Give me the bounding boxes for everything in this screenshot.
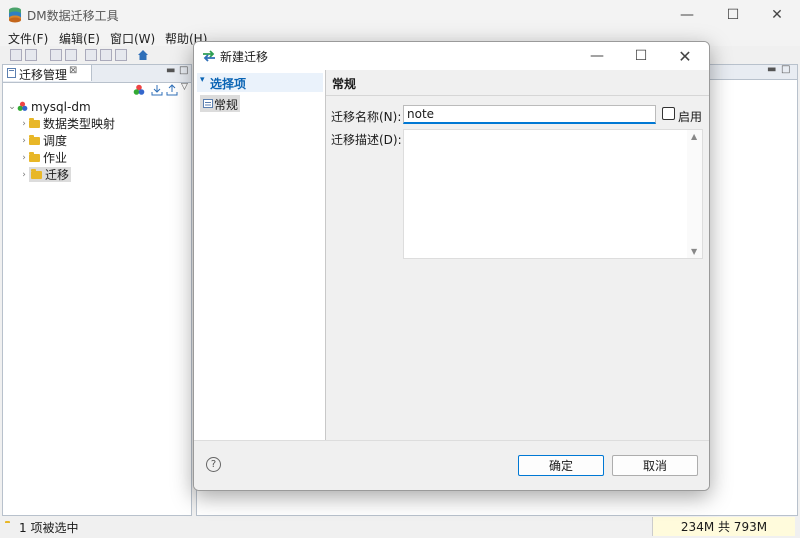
folder-icon bbox=[31, 168, 42, 179]
chevron-down-icon[interactable]: ⌄ bbox=[7, 102, 17, 112]
tree-root-label: mysql-dm bbox=[31, 99, 91, 114]
dialog-footer: ? 确定 取消 bbox=[194, 440, 709, 490]
maximize-icon[interactable]: ☐ bbox=[710, 0, 756, 30]
tab-close-icon[interactable]: ⊠ bbox=[69, 65, 77, 76]
connection-icon bbox=[17, 101, 28, 111]
view-icon bbox=[7, 68, 16, 78]
folder-icon bbox=[29, 151, 40, 162]
migration-name-value: note bbox=[407, 107, 435, 121]
dialog-content: 常规 迁移名称(N): note 启用 迁移描述(D): ▲ ▼ bbox=[326, 70, 709, 440]
tree-item-schedule[interactable]: › 调度 bbox=[19, 132, 67, 149]
menu-edit[interactable]: 编辑(E) bbox=[59, 30, 100, 47]
scroll-down-icon[interactable]: ▼ bbox=[691, 247, 697, 256]
dialog-title: 新建迁移 bbox=[220, 50, 269, 64]
chevron-right-icon[interactable]: › bbox=[19, 153, 29, 163]
migration-desc-textarea[interactable]: ▲ ▼ bbox=[403, 129, 703, 259]
paste-icon[interactable] bbox=[115, 49, 127, 61]
migration-desc-label: 迁移描述(D): bbox=[331, 133, 402, 147]
cancel-button[interactable]: 取消 bbox=[612, 455, 698, 476]
divider bbox=[326, 95, 709, 96]
tab-migration-manager[interactable]: 迁移管理 ⊠ bbox=[3, 65, 92, 82]
enable-label[interactable]: 启用 bbox=[678, 108, 702, 125]
migration-name-label: 迁移名称(N): bbox=[331, 110, 402, 124]
help-icon[interactable]: ? bbox=[206, 457, 221, 472]
tree-item-label: 调度 bbox=[43, 134, 68, 148]
folder-icon bbox=[29, 134, 40, 145]
minimize-view-icon[interactable]: ▬ bbox=[767, 64, 776, 75]
folder-icon bbox=[29, 117, 40, 128]
nav-header-label: 选择项 bbox=[210, 77, 247, 91]
cut-icon[interactable] bbox=[85, 49, 97, 61]
scrollbar[interactable]: ▲ ▼ bbox=[687, 130, 702, 258]
save-all-icon[interactable] bbox=[25, 49, 37, 61]
minimize-icon[interactable]: — bbox=[574, 42, 620, 70]
main-titlebar: DM数据迁移工具 — ☐ ✕ bbox=[0, 0, 800, 30]
chevron-right-icon[interactable]: › bbox=[19, 136, 29, 146]
menu-window[interactable]: 窗口(W) bbox=[110, 30, 155, 47]
new-migration-dialog: 新建迁移 — ☐ ✕ ▾ 选择项 常规 常规 迁移名称(N): note 启用 … bbox=[193, 41, 710, 491]
tree-item-migration[interactable]: › 迁移 bbox=[19, 166, 72, 183]
nav-header[interactable]: ▾ 选择项 bbox=[197, 73, 323, 92]
chevron-right-icon[interactable]: › bbox=[19, 119, 29, 129]
connect-icon[interactable] bbox=[133, 84, 145, 96]
dialog-titlebar: 新建迁移 — ☐ ✕ bbox=[194, 42, 709, 70]
panel-tab-label: 迁移管理 bbox=[19, 68, 68, 82]
maximize-view-icon[interactable]: □ bbox=[781, 64, 790, 75]
nav-item-general[interactable]: 常规 bbox=[200, 95, 240, 112]
form-icon bbox=[203, 99, 213, 108]
export-icon[interactable] bbox=[166, 84, 178, 96]
copy-icon[interactable] bbox=[100, 49, 112, 61]
ok-button[interactable]: 确定 bbox=[518, 455, 604, 476]
tree-root[interactable]: ⌄ mysql-dm bbox=[7, 98, 91, 115]
tree-item-label: 数据类型映射 bbox=[43, 117, 116, 131]
undo-icon[interactable] bbox=[50, 49, 62, 61]
view-menu-icon[interactable]: ▽ bbox=[181, 82, 188, 92]
migration-name-input[interactable]: note bbox=[403, 105, 656, 124]
status-selection: 1 项被选中 bbox=[19, 521, 79, 535]
minimize-icon[interactable]: — bbox=[664, 0, 710, 30]
migration-manager-panel: 迁移管理 ⊠ ▬ □ ▽ ⌄ mysql-dm › 数据类型映射 › 调度 › … bbox=[2, 64, 192, 516]
tree-item-type-mapping[interactable]: › 数据类型映射 bbox=[19, 115, 115, 132]
section-title: 常规 bbox=[332, 77, 357, 91]
chevron-down-icon[interactable]: ▾ bbox=[200, 75, 205, 85]
database-icon bbox=[9, 7, 21, 23]
maximize-icon[interactable]: ☐ bbox=[618, 42, 664, 70]
import-icon[interactable] bbox=[151, 84, 163, 96]
chevron-right-icon[interactable]: › bbox=[19, 170, 29, 180]
minimize-view-icon[interactable]: ▬ bbox=[166, 65, 175, 76]
enable-checkbox[interactable] bbox=[662, 107, 675, 120]
tree-item-label: 迁移 bbox=[45, 168, 70, 182]
tree-item-selected[interactable]: 迁移 bbox=[29, 167, 72, 182]
app-title: DM数据迁移工具 bbox=[27, 9, 119, 23]
menu-file[interactable]: 文件(F) bbox=[8, 30, 48, 47]
migration-arrows-icon bbox=[203, 50, 215, 62]
tree-item-job[interactable]: › 作业 bbox=[19, 149, 67, 166]
scroll-up-icon[interactable]: ▲ bbox=[691, 132, 697, 141]
dialog-nav: ▾ 选择项 常规 bbox=[194, 70, 326, 440]
tree-item-label: 作业 bbox=[43, 151, 68, 165]
maximize-view-icon[interactable]: □ bbox=[179, 65, 188, 76]
redo-icon[interactable] bbox=[65, 49, 77, 61]
memory-indicator[interactable]: 234M 共 793M bbox=[652, 517, 795, 536]
close-icon[interactable]: ✕ bbox=[662, 42, 708, 70]
nav-item-label: 常规 bbox=[214, 98, 239, 112]
close-icon[interactable]: ✕ bbox=[754, 0, 800, 30]
home-icon[interactable] bbox=[137, 49, 149, 61]
save-icon[interactable] bbox=[10, 49, 22, 61]
